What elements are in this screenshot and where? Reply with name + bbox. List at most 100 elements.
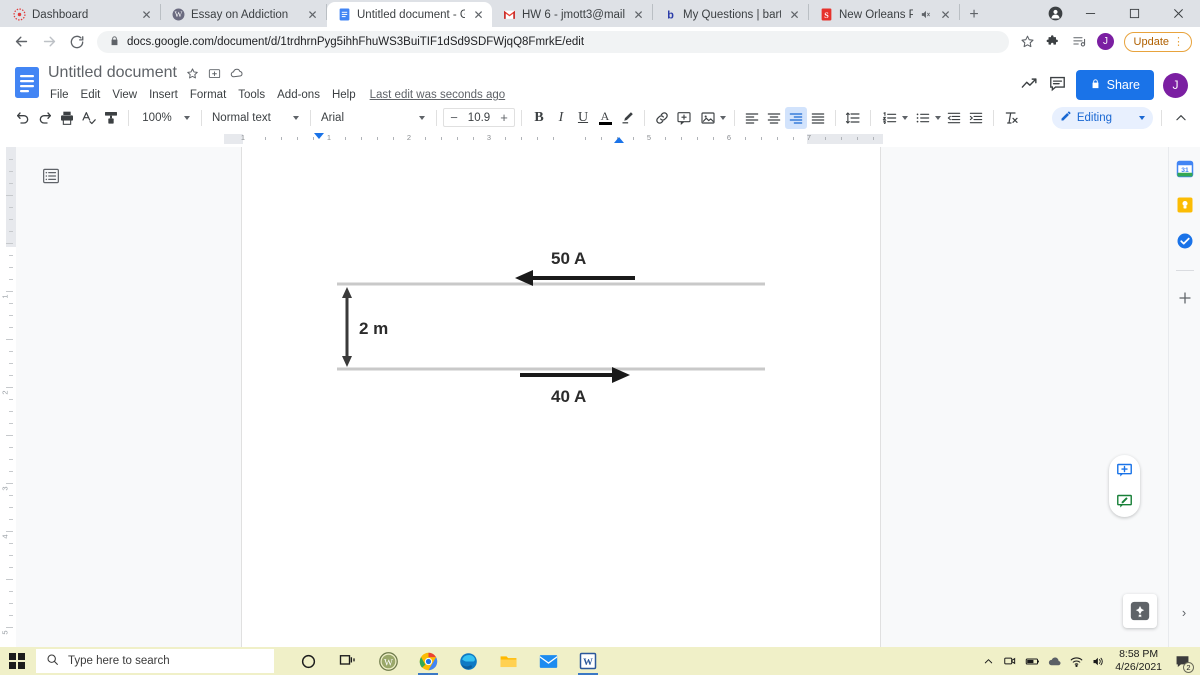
align-center-icon[interactable] [763,107,785,129]
google-calendar-icon[interactable]: 31 [1175,159,1194,178]
close-icon[interactable]: ✕ [631,7,646,22]
url-input[interactable]: docs.google.com/document/d/1trdhrnPyg5ih… [97,30,1009,53]
back-button[interactable] [8,29,34,55]
highlight-icon[interactable] [616,107,638,129]
font-size-decrease-button[interactable]: − [444,110,464,125]
last-edit-status[interactable]: Last edit was seconds ago [370,89,506,101]
search-input[interactable]: Type here to search [36,649,274,673]
editing-mode-selector[interactable]: Editing [1051,106,1153,129]
font-selector[interactable]: Arial [317,107,430,129]
move-to-folder-icon[interactable] [208,67,221,80]
font-size-increase-button[interactable]: + [494,110,514,125]
italic-button[interactable]: I [550,107,572,129]
window-minimize-button[interactable] [1068,0,1112,27]
text-color-button[interactable]: A [594,107,616,129]
mute-tab-icon[interactable] [919,9,932,20]
menu-format[interactable]: Format [184,87,232,103]
browser-tab-essay-on-addiction[interactable]: W Essay on Addiction ✕ [161,2,326,27]
link-icon[interactable] [651,107,673,129]
window-close-button[interactable] [1156,0,1200,27]
activity-dashboard-icon[interactable] [1020,74,1039,96]
new-tab-button[interactable]: + [960,2,988,27]
increase-indent-icon[interactable] [965,107,987,129]
browser-tab-bartleby[interactable]: b My Questions | bartleby ✕ [653,2,808,27]
show-hidden-icons-chevron[interactable] [977,647,999,675]
document-outline-icon[interactable] [40,165,62,187]
google-docs-icon[interactable] [10,62,44,102]
avatar[interactable]: J [1094,30,1118,54]
menu-help[interactable]: Help [326,87,362,103]
clear-formatting-icon[interactable] [1000,107,1022,129]
undo-icon[interactable] [12,107,34,129]
redo-icon[interactable] [34,107,56,129]
align-left-icon[interactable] [741,107,763,129]
menu-view[interactable]: View [106,87,143,103]
first-line-indent-marker[interactable] [614,137,624,143]
chrome-icon[interactable] [408,647,448,675]
horizontal-ruler[interactable]: 1 1 2 3 5 6 7 [0,131,1200,147]
microsoft-edge-icon[interactable] [448,647,488,675]
window-maximize-button[interactable] [1112,0,1156,27]
puzzle-icon[interactable] [1042,30,1066,54]
page-title[interactable]: Untitled document [48,64,177,82]
forward-button[interactable] [36,29,62,55]
diagram-two-parallel-wires[interactable]: 2 m 50 A 40 A [325,242,785,412]
close-icon[interactable]: ✕ [787,7,802,22]
zoom-selector[interactable]: 100% [135,107,195,129]
reload-button[interactable] [64,29,90,55]
browser-tab-untitled-document[interactable]: Untitled document - Google Docs ✕ [327,2,492,27]
numbered-list-icon[interactable] [877,107,899,129]
suggest-edit-button[interactable] [1116,493,1134,511]
cortana-icon[interactable] [288,647,328,675]
add-comment-icon[interactable] [673,107,695,129]
star-icon[interactable] [1016,30,1040,54]
close-icon[interactable]: ✕ [305,7,320,22]
chevron-down-icon[interactable] [935,115,941,120]
insert-image-icon[interactable] [695,107,717,129]
collapse-toolbar-icon[interactable] [1170,107,1192,129]
wifi-icon[interactable] [1065,647,1087,675]
windows-start-icon[interactable] [0,647,34,675]
menu-insert[interactable]: Insert [143,87,184,103]
menu-file[interactable]: File [44,87,75,103]
close-icon[interactable]: ✕ [139,7,154,22]
wordpress-app-icon[interactable]: W [368,647,408,675]
underline-button[interactable]: U [572,107,594,129]
browser-tab-dashboard[interactable]: Dashboard ✕ [2,2,160,27]
add-addon-icon[interactable] [1175,288,1194,307]
browser-tab-hw6-gmail[interactable]: HW 6 - jmott3@mail.niagara.edu ✕ [492,2,652,27]
browser-profile-chip[interactable] [1042,0,1068,27]
align-right-icon[interactable] [785,106,807,129]
chevron-down-icon[interactable] [902,115,908,120]
update-button[interactable]: Update ⋮ [1123,31,1192,52]
line-spacing-icon[interactable] [842,107,864,129]
paragraph-style-selector[interactable]: Normal text [208,107,304,129]
word-icon[interactable]: W [568,647,608,675]
battery-icon[interactable] [1021,647,1043,675]
font-size-stepper[interactable]: − 10.9 + [443,108,515,127]
font-size-input[interactable]: 10.9 [464,112,494,124]
menu-tools[interactable]: Tools [232,87,271,103]
action-center-icon[interactable]: 2 [1168,647,1196,675]
share-button[interactable]: Share [1075,70,1154,100]
media-control-icon[interactable] [1068,30,1092,54]
add-comment-button[interactable] [1116,462,1134,480]
document-page[interactable]: 2 m 50 A 40 A [242,147,880,647]
decrease-indent-icon[interactable] [943,107,965,129]
comment-history-icon[interactable] [1048,74,1067,96]
google-tasks-icon[interactable] [1175,231,1194,250]
expand-sidebar-chevron[interactable]: › [1175,603,1193,621]
chevron-down-icon[interactable] [720,115,726,120]
chrome-menu-icon[interactable]: ⋮ [1173,35,1184,48]
taskbar-clock[interactable]: 8:58 PM 4/26/2021 [1109,648,1168,674]
menu-edit[interactable]: Edit [75,87,107,103]
file-explorer-icon[interactable] [488,647,528,675]
cloud-saved-icon[interactable] [230,66,244,80]
left-indent-marker[interactable] [314,133,324,139]
onedrive-icon[interactable] [1043,647,1065,675]
mail-icon[interactable] [528,647,568,675]
print-icon[interactable] [56,107,78,129]
menu-addons[interactable]: Add-ons [271,87,326,103]
close-icon[interactable]: ✕ [471,7,486,22]
spellcheck-icon[interactable] [78,107,100,129]
